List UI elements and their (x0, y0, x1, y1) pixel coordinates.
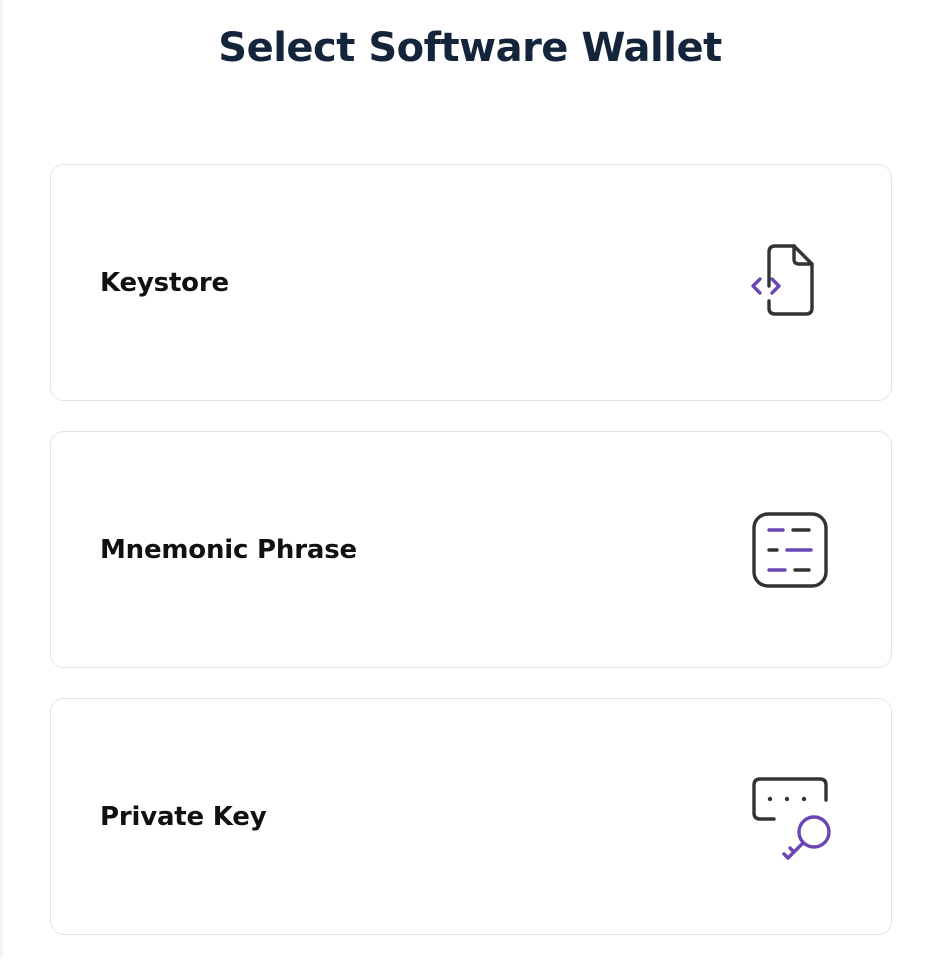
wallet-option-list: Keystore Mnemonic Phrase Private Key (50, 164, 892, 965)
file-code-icon (747, 237, 837, 327)
keystore-option-card[interactable]: Keystore (50, 164, 892, 401)
keystore-option-label: Keystore (100, 267, 229, 298)
page-title: Select Software Wallet (218, 25, 722, 71)
private-key-option-label: Private Key (100, 801, 267, 832)
mnemonic-list-icon (747, 504, 837, 594)
password-key-icon (747, 771, 837, 861)
private-key-option-card[interactable]: Private Key (50, 698, 892, 935)
mnemonic-phrase-option-card[interactable]: Mnemonic Phrase (50, 431, 892, 668)
left-edge-divider (0, 0, 3, 957)
mnemonic-phrase-option-label: Mnemonic Phrase (100, 534, 357, 565)
